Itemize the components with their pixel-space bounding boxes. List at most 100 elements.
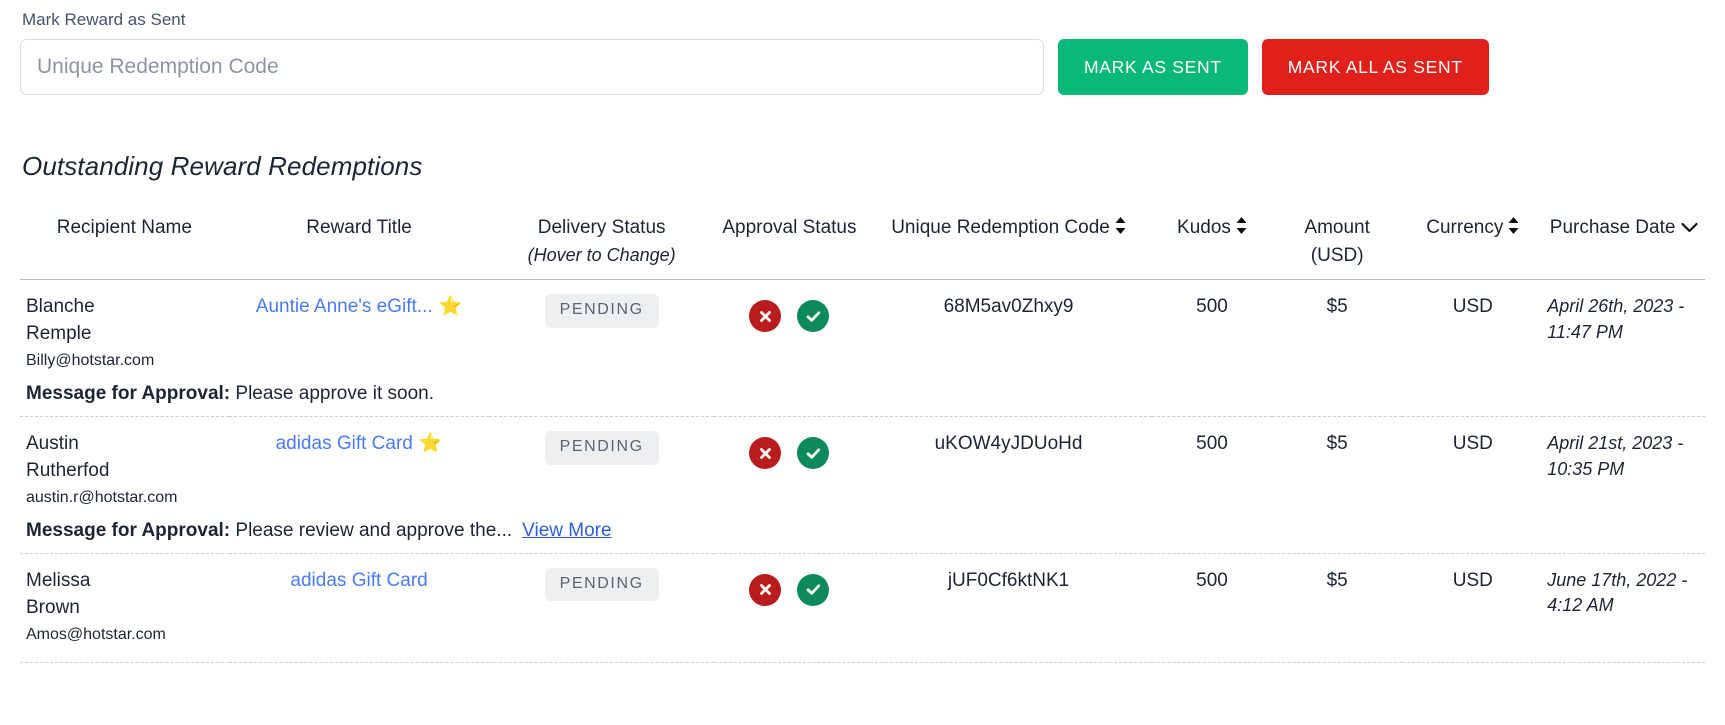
header-purchase-date[interactable]: Purchase Date: [1543, 214, 1705, 280]
mark-reward-as-sent-label: Mark Reward as Sent: [22, 10, 186, 29]
row-divider-cell: [20, 654, 1705, 663]
cell-delivery-status: PENDING: [489, 417, 713, 518]
approve-circle-icon[interactable]: [797, 573, 830, 606]
approval-message-label: Message for Approval:: [26, 383, 231, 405]
recipient-name-line2: Remple: [26, 323, 92, 345]
approval-actions: [718, 431, 861, 470]
chevron-down-icon[interactable]: [1681, 219, 1699, 236]
header-unique-redemption-code-label: Unique Redemption Code: [891, 217, 1110, 239]
cell-amount: $5: [1326, 433, 1348, 455]
row-divider: [20, 654, 1705, 663]
cell-unique-redemption-code: 68M5av0Zhxy9: [943, 296, 1074, 318]
header-kudos[interactable]: Kudos: [1152, 214, 1272, 280]
cell-recipient: Austin Rutherfod austin.r@hotstar.com: [20, 417, 229, 518]
header-reward-title-label: Reward Title: [306, 217, 412, 239]
approval-message-text: Please approve it soon.: [235, 383, 434, 405]
recipient-name-line1: Melissa: [26, 569, 91, 591]
sort-updown-icon[interactable]: [1236, 217, 1247, 237]
cell-kudos: 500: [1196, 569, 1228, 591]
cell-recipient: Blanche Remple Billy@hotstar.com: [20, 280, 229, 381]
header-unique-redemption-code[interactable]: Unique Redemption Code: [865, 214, 1152, 280]
cell-currency: USD: [1452, 569, 1493, 591]
approval-actions: [718, 568, 861, 606]
cell-approval-status: [714, 417, 865, 518]
header-approval-status-label: Approval Status: [722, 217, 857, 239]
approval-actions: [718, 294, 861, 333]
cell-unique-redemption-code: uKOW4yJDUoHd: [934, 433, 1083, 455]
sort-updown-icon[interactable]: [1115, 217, 1126, 237]
sort-updown-icon[interactable]: [1508, 217, 1519, 237]
approve-circle-icon[interactable]: [797, 437, 830, 470]
cell-purchase-date: June 17th, 2022 - 4:12 AM: [1547, 569, 1688, 616]
approval-message-cell: Message for Approval: Please review and …: [20, 517, 1705, 554]
cell-approval-status: [714, 280, 865, 381]
header-delivery-status-label: Delivery Status: [537, 217, 666, 239]
cell-unique-redemption-code: jUF0Cf6ktNK1: [947, 569, 1070, 591]
reject-circle-icon[interactable]: [749, 437, 782, 470]
reward-title-link[interactable]: Auntie Anne's eGift...: [256, 296, 433, 317]
cell-approval-status: [714, 553, 865, 654]
cell-reward-title: adidas Gift Card: [229, 553, 490, 654]
mark-as-sent-button[interactable]: MARK AS SENT: [1058, 39, 1248, 96]
approval-message-row: Message for Approval: Please approve it …: [20, 381, 1705, 418]
header-approval-status: Approval Status: [714, 214, 865, 280]
header-currency[interactable]: Currency: [1402, 214, 1543, 280]
recipient-name-line1: Austin: [26, 433, 79, 455]
header-purchase-date-label: Purchase Date: [1549, 217, 1676, 239]
cell-delivery-status: PENDING: [489, 553, 713, 654]
header-kudos-label: Kudos: [1177, 217, 1231, 239]
approval-message-text: Please review and approve the...: [235, 519, 513, 541]
reject-circle-icon[interactable]: [749, 300, 782, 333]
reject-circle-icon[interactable]: [749, 573, 782, 606]
status-badge[interactable]: PENDING: [544, 294, 659, 329]
cell-amount: $5: [1326, 569, 1348, 591]
cell-amount: $5: [1326, 296, 1348, 318]
recipient-email: Billy@hotstar.com: [26, 352, 155, 370]
unique-redemption-code-input[interactable]: [20, 39, 1044, 96]
recipient-name-line2: Brown: [26, 596, 80, 618]
header-delivery-status-note: (Hover to Change): [527, 244, 676, 265]
status-badge[interactable]: PENDING: [544, 567, 659, 602]
cell-reward-title: Auntie Anne's eGift... ⭐: [229, 280, 490, 381]
table-row: Blanche Remple Billy@hotstar.com Auntie Ann…: [20, 280, 1705, 381]
table-body: Blanche Remple Billy@hotstar.com Auntie Ann…: [20, 280, 1705, 663]
recipient-name-line2: Rutherfod: [26, 460, 110, 482]
header-delivery-status: Delivery Status (Hover to Change): [489, 214, 713, 280]
header-recipient-name-label: Recipient Name: [56, 217, 192, 239]
cell-delivery-status: PENDING: [489, 280, 713, 381]
table-row: Austin Rutherfod austin.r@hotstar.com adida…: [20, 417, 1705, 518]
table-header-row: Recipient Name Reward Title Delivery Sta…: [20, 214, 1705, 280]
status-badge[interactable]: PENDING: [544, 431, 659, 465]
cell-currency: USD: [1452, 433, 1493, 455]
mark-all-as-sent-button[interactable]: MARK ALL AS SENT: [1261, 39, 1489, 96]
page-root: Mark Reward as Sent MARK AS SENT MARK AL…: [0, 10, 1725, 663]
approval-message-cell: Message for Approval: Please approve it …: [20, 381, 1705, 418]
cell-reward-title: adidas Gift Card ⭐: [229, 417, 490, 518]
cell-purchase-date: April 21st, 2023 - 10:35 PM: [1547, 433, 1684, 479]
mark-reward-as-sent-row: MARK AS SENT MARK ALL AS SENT: [20, 39, 1705, 96]
view-more-link[interactable]: View More: [522, 520, 611, 541]
header-amount: Amount (USD): [1272, 214, 1402, 280]
table-row: Melissa Brown Amos@hotstar.com adidas Gift …: [20, 553, 1705, 654]
cell-recipient: Melissa Brown Amos@hotstar.com: [20, 553, 229, 654]
reward-title-link[interactable]: adidas Gift Card: [276, 433, 413, 454]
star-icon: ⭐: [438, 296, 463, 318]
header-reward-title: Reward Title: [229, 214, 490, 280]
outstanding-redemptions-table: Recipient Name Reward Title Delivery Sta…: [20, 214, 1705, 663]
page-title: Outstanding Reward Redemptions: [22, 151, 423, 182]
header-amount-label: Amount (USD): [1304, 217, 1370, 266]
reward-title-link[interactable]: adidas Gift Card: [290, 570, 427, 591]
header-currency-label: Currency: [1426, 217, 1504, 239]
cell-kudos: 500: [1196, 296, 1228, 318]
recipient-email: austin.r@hotstar.com: [26, 489, 178, 507]
cell-purchase-date: April 26th, 2023 - 11:47 PM: [1547, 296, 1685, 343]
approval-message-row: Message for Approval: Please review and …: [20, 517, 1705, 554]
recipient-email: Amos@hotstar.com: [26, 625, 166, 643]
approve-circle-icon[interactable]: [797, 300, 830, 333]
cell-kudos: 500: [1196, 433, 1228, 455]
approval-message-label: Message for Approval:: [26, 519, 231, 541]
header-recipient-name: Recipient Name: [20, 214, 229, 280]
recipient-name-line1: Blanche: [26, 296, 95, 318]
cell-currency: USD: [1452, 296, 1493, 318]
star-icon: ⭐: [418, 433, 443, 455]
